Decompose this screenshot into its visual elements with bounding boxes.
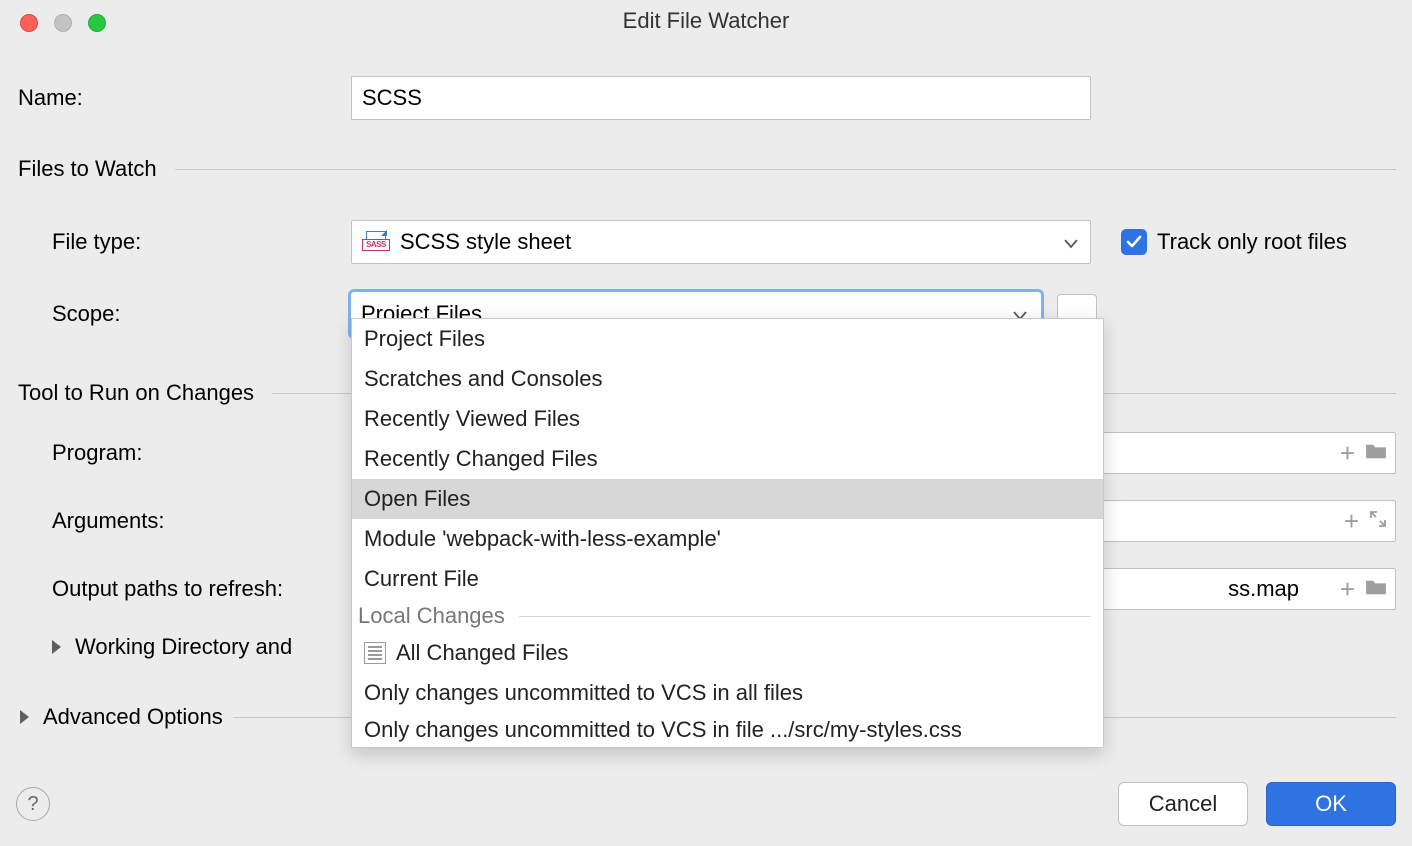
section-tool-to-run: Tool to Run on Changes — [16, 380, 272, 406]
scope-option[interactable]: Recently Changed Files — [352, 439, 1103, 479]
file-type-value: SCSS style sheet — [400, 229, 571, 255]
window-title: Edit File Watcher — [623, 8, 790, 34]
working-directory-expander[interactable]: Working Directory and — [16, 634, 304, 660]
folder-icon[interactable] — [1365, 576, 1387, 602]
changelist-icon — [364, 642, 386, 664]
scope-option[interactable]: Only changes uncommitted to VCS in file … — [352, 713, 1103, 747]
separator — [175, 169, 1396, 170]
insert-macro-icon[interactable]: + — [1340, 440, 1355, 466]
name-input[interactable]: SCSS — [351, 76, 1091, 120]
triangle-right-icon — [20, 710, 29, 724]
advanced-options-expander[interactable]: Advanced Options — [16, 704, 233, 730]
file-type-label: File type: — [16, 229, 351, 255]
insert-macro-icon[interactable]: + — [1340, 576, 1355, 602]
scope-option[interactable]: Current File — [352, 559, 1103, 599]
triangle-right-icon — [52, 640, 61, 654]
output-paths-label: Output paths to refresh: — [16, 576, 351, 602]
scope-label: Scope: — [16, 301, 351, 327]
scope-option[interactable]: Recently Viewed Files — [352, 399, 1103, 439]
ok-button[interactable]: OK — [1266, 782, 1396, 826]
expand-icon[interactable] — [1369, 508, 1387, 534]
insert-macro-icon[interactable]: + — [1344, 508, 1359, 534]
program-label: Program: — [16, 440, 351, 466]
checkbox-checked-icon — [1121, 229, 1147, 255]
working-directory-label: Working Directory and — [75, 634, 292, 660]
scope-option-highlighted[interactable]: Open Files — [352, 479, 1103, 519]
section-files-to-watch: Files to Watch — [16, 156, 175, 182]
dialog-window: Edit File Watcher Name: SCSS Files to Wa… — [0, 0, 1412, 846]
scope-option[interactable]: Scratches and Consoles — [352, 359, 1103, 399]
window-controls — [20, 14, 106, 32]
name-input-value: SCSS — [362, 85, 422, 111]
minimize-icon — [54, 14, 72, 32]
track-root-checkbox[interactable]: Track only root files — [1121, 229, 1347, 255]
local-changes-group-label: Local Changes — [356, 603, 519, 629]
cancel-button[interactable]: Cancel — [1118, 782, 1248, 826]
chevron-down-icon — [1064, 229, 1078, 255]
sass-file-icon: SASS — [362, 231, 390, 253]
dialog-footer: ? Cancel OK — [16, 782, 1396, 826]
scope-option[interactable]: Project Files — [352, 319, 1103, 359]
scope-option[interactable]: All Changed Files — [352, 633, 1103, 673]
output-paths-value-tail: ss.map — [1228, 576, 1299, 602]
arguments-label: Arguments: — [16, 508, 351, 534]
zoom-icon[interactable] — [88, 14, 106, 32]
scope-option[interactable]: Module 'webpack-with-less-example' — [352, 519, 1103, 559]
help-icon: ? — [27, 793, 38, 816]
scope-option[interactable]: Only changes uncommitted to VCS in all f… — [352, 673, 1103, 713]
name-label: Name: — [16, 85, 351, 111]
scope-dropdown-list: Project Files Scratches and Consoles Rec… — [351, 318, 1104, 748]
track-root-label: Track only root files — [1157, 229, 1347, 255]
advanced-options-label: Advanced Options — [43, 704, 223, 730]
file-type-dropdown[interactable]: SASS SCSS style sheet — [351, 220, 1091, 264]
folder-icon[interactable] — [1365, 440, 1387, 466]
scope-group-separator: Local Changes — [352, 599, 1103, 633]
help-button[interactable]: ? — [16, 787, 50, 821]
titlebar: Edit File Watcher — [0, 0, 1412, 38]
close-icon[interactable] — [20, 14, 38, 32]
